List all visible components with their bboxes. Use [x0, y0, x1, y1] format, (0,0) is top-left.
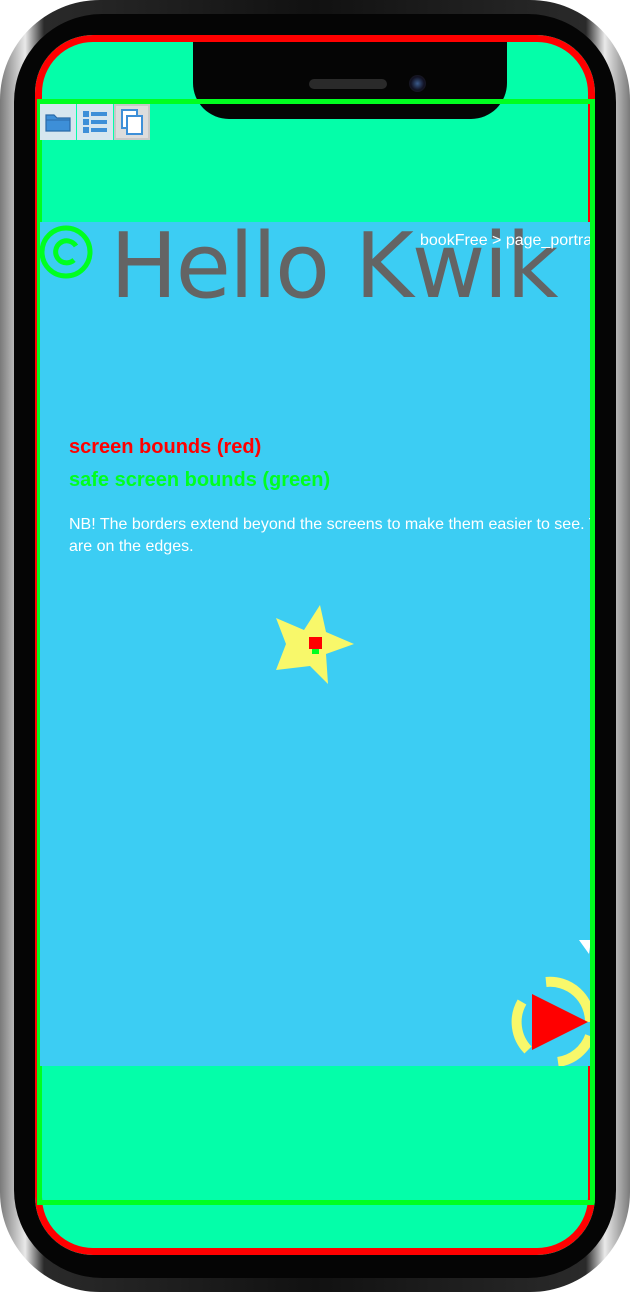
- folder-icon: [45, 114, 71, 132]
- red-marker: [309, 637, 322, 649]
- folder-button[interactable]: [40, 104, 76, 140]
- camera-icon: [409, 75, 426, 92]
- speaker-grille: [309, 79, 387, 89]
- screen-bounds-label: screen bounds (red): [69, 436, 262, 458]
- green-marker: [312, 649, 319, 654]
- phone-frame: Hello Kwik bookFree > page_portrait scre…: [0, 0, 630, 1296]
- copy-pages-icon: [121, 109, 143, 135]
- safe-bounds-label: safe screen bounds (green): [69, 469, 331, 491]
- notch: [193, 35, 507, 119]
- refresh-ring-icon[interactable]: [40, 222, 96, 284]
- toolbar: [40, 104, 151, 140]
- page-content: Hello Kwik bookFree > page_portrait scre…: [40, 222, 590, 1066]
- star-icon[interactable]: [276, 604, 356, 686]
- breadcrumb: bookFree > page_portrait: [420, 232, 590, 249]
- list-button[interactable]: [77, 104, 113, 140]
- list-icon: [83, 111, 107, 133]
- chevron-icon: [579, 940, 590, 954]
- copy-pages-button[interactable]: [114, 104, 150, 140]
- play-next-icon[interactable]: [506, 976, 590, 1066]
- note-text: NB! The borders extend beyond the screen…: [69, 516, 590, 555]
